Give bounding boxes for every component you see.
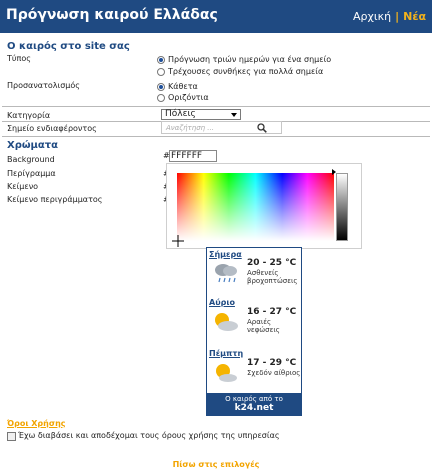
type-option-three-day[interactable]: Πρόγνωση τριών ημερών για ένα σημείο	[157, 55, 331, 64]
terms-link[interactable]: Όροι Χρήσης	[7, 419, 66, 428]
poi-label: Σημείο ενδιαφέροντος	[7, 124, 97, 133]
poi-placeholder: Αναζήτηση ...	[166, 124, 214, 132]
type-option-current[interactable]: Τρέχουσες συνθήκες για πολλά σημεία	[157, 67, 323, 76]
text-color-label: Κείμενο	[7, 182, 39, 191]
day-condition: Σχεδόν αίθριος	[247, 369, 301, 377]
day-name: Αύριο	[209, 298, 235, 307]
page-title: Πρόγνωση καιρού Ελλάδας	[6, 7, 218, 23]
day-name: Πέμπτη	[209, 349, 244, 358]
search-icon[interactable]	[257, 123, 267, 133]
divider	[2, 136, 430, 137]
nav-home-link[interactable]: Αρχική	[353, 10, 391, 23]
day-temperature: 20 - 25 °C	[247, 258, 297, 268]
colors-section-title: Χρώματα	[7, 140, 59, 151]
background-color-input[interactable]: FFFFFF	[169, 150, 217, 162]
widget-footer[interactable]: Ο καιρός από το k24.net	[207, 393, 301, 415]
radio-selected[interactable]	[157, 55, 165, 64]
back-to-options-link[interactable]: Πίσω στις επιλογές	[0, 460, 432, 469]
poi-search-input[interactable]: Αναζήτηση ...	[161, 121, 282, 134]
settings-section-title: Ο καιρός στο site σας	[7, 41, 130, 52]
nav-separator: |	[395, 10, 400, 23]
sun-cloud-icon	[215, 313, 238, 331]
orientation-label: Προσανατολισμός	[7, 81, 80, 90]
weather-widget-preview: Σήμερα 20 - 25 °C Ασθενείς βροχοπτώσεις …	[206, 247, 302, 416]
slider-marker-icon[interactable]	[332, 169, 336, 175]
radio-selected[interactable]	[157, 82, 165, 91]
header-bar: Πρόγνωση καιρού Ελλάδας Αρχική | Νέα	[0, 0, 432, 33]
type-label: Τύπος	[7, 54, 31, 63]
orientation-option-vertical[interactable]: Κάθετα	[157, 82, 198, 91]
category-select[interactable]: Πόλεις	[161, 109, 241, 120]
accept-terms-label: Έχω διαβάσει και αποδέχομαι τους όρους χ…	[18, 431, 280, 440]
radio-unselected[interactable]	[157, 67, 165, 76]
footer-brand-link[interactable]: k24.net	[207, 403, 301, 413]
day-name: Σήμερα	[209, 250, 242, 259]
footer-line-1: Ο καιρός από το	[225, 395, 283, 403]
day-condition: Ασθενείς βροχοπτώσεις	[247, 269, 298, 285]
sun-cloud-icon	[216, 364, 237, 382]
radio-unselected[interactable]	[157, 93, 165, 102]
crosshair-icon[interactable]	[172, 235, 184, 247]
category-label: Κατηγορία	[7, 111, 51, 120]
background-label: Background	[7, 155, 55, 164]
day-temperature: 17 - 29 °C	[247, 358, 297, 368]
nav-new-link[interactable]: Νέα	[403, 10, 426, 23]
orientation-option-horizontal[interactable]: Οριζόντια	[157, 93, 209, 102]
chevron-down-icon	[231, 113, 237, 117]
day-temperature: 16 - 27 °C	[247, 307, 297, 317]
divider	[2, 106, 430, 107]
border-color-label: Περίγραμμα	[7, 169, 56, 178]
accept-terms-checkbox[interactable]	[7, 432, 16, 441]
rain-cloud-icon	[215, 264, 237, 283]
top-nav: Αρχική | Νέα	[353, 10, 426, 23]
color-spectrum[interactable]	[177, 173, 334, 241]
border-text-color-label: Κείμενο περιγράμματος	[7, 195, 103, 204]
brightness-slider[interactable]	[336, 173, 348, 241]
day-condition: Αραιές νεφώσεις	[247, 318, 280, 334]
